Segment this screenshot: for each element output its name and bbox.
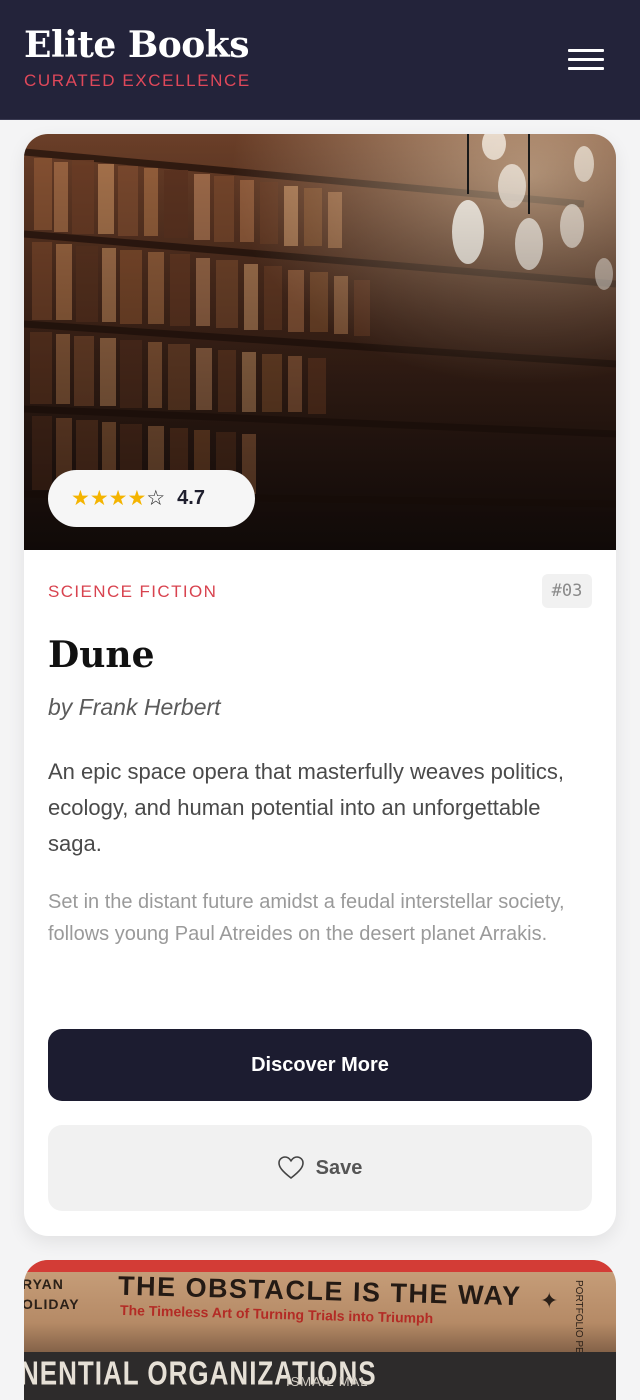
app-header: Elite Books CURATED EXCELLENCE [0, 0, 640, 120]
book-cover-image: ★★★★☆ 4.7 [24, 134, 616, 550]
save-button[interactable]: Save [48, 1125, 592, 1211]
save-label: Save [315, 1156, 363, 1179]
next-book-cover-author: RYAN OLIDAY [24, 1276, 80, 1312]
book-description: An epic space opera that masterfully wea… [48, 759, 565, 856]
genre-label: SCIENCE FICTION [48, 582, 218, 601]
rating-badge: ★★★★☆ 4.7 [48, 470, 255, 527]
heart-icon [277, 1156, 304, 1180]
rating-value: 4.7 [177, 487, 205, 509]
book-synopsis: Set in the distant future amidst a feuda… [48, 891, 565, 945]
book-author: by Frank Herbert [48, 694, 221, 720]
star-rating-icons: ★★★★☆ [71, 487, 166, 510]
next-book-card[interactable]: RYAN OLIDAY THE OBSTACLE IS THE WAY The … [24, 1260, 616, 1400]
brand-title[interactable]: Elite Books [24, 24, 250, 66]
rank-badge: #03 [542, 574, 592, 608]
book-title: Dune [48, 634, 155, 676]
hamburger-menu-icon[interactable] [560, 40, 612, 80]
discover-more-button[interactable]: Discover More [48, 1029, 592, 1101]
book-card: ★★★★☆ 4.7 SCIENCE FICTION #03 Dune by Fr… [24, 134, 616, 1236]
brand-subtitle: CURATED EXCELLENCE [24, 71, 251, 90]
publisher-logo-icon: ✦ [540, 1288, 559, 1313]
cover-top-strip [24, 1260, 616, 1272]
